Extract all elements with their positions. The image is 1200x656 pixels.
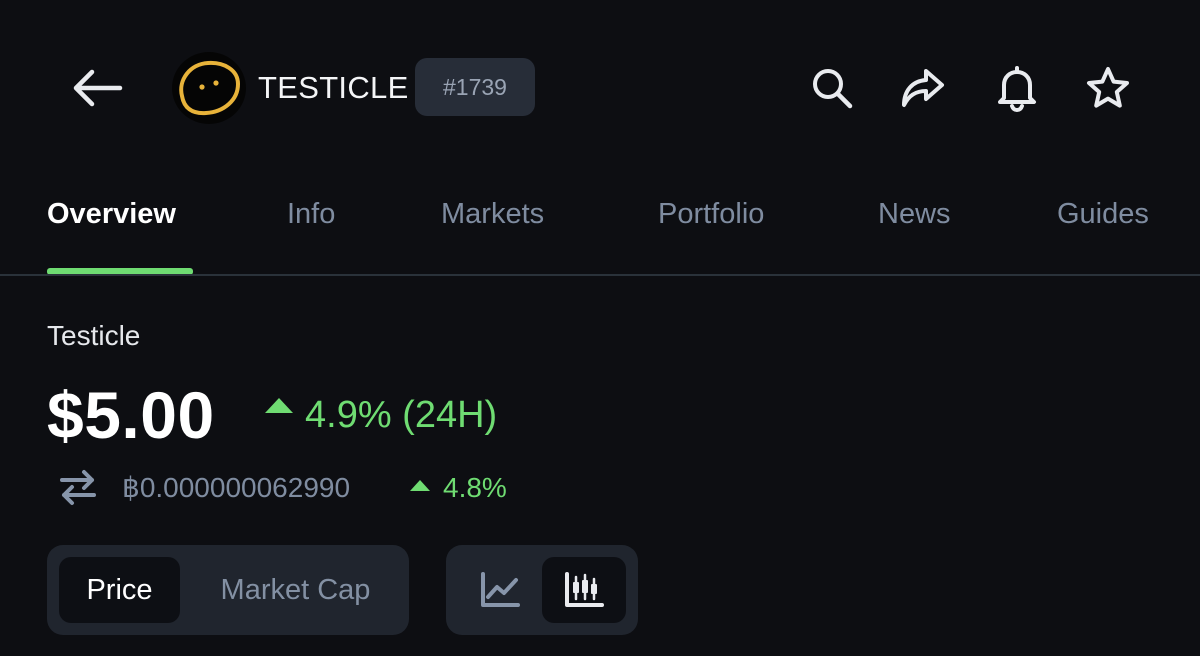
currency-swap-button[interactable] <box>55 466 101 508</box>
price-toggle-button[interactable]: Price <box>59 557 180 623</box>
line-chart-button[interactable] <box>458 557 542 623</box>
chart-type-toggle <box>446 545 638 635</box>
caret-up-icon <box>265 398 293 413</box>
candlestick-chart-icon <box>565 572 604 607</box>
btc-price-value: ฿0.000000062990 <box>122 472 351 503</box>
tab-guides[interactable]: Guides <box>1057 194 1149 234</box>
notifications-button[interactable] <box>989 60 1045 116</box>
tab-markets[interactable]: Markets <box>441 194 544 234</box>
arrow-left-icon <box>73 69 123 107</box>
back-button[interactable] <box>68 62 126 114</box>
line-chart-icon <box>481 572 520 607</box>
coin-logo <box>172 52 246 124</box>
caret-up-icon-small <box>410 480 430 491</box>
top-bar: TESTICLE #1739 <box>0 0 1200 176</box>
coin-symbol: TESTICLE <box>258 70 409 105</box>
metric-toggle: Price Market Cap <box>47 545 409 635</box>
star-icon <box>1087 67 1129 108</box>
price-value: $5.00 <box>47 378 215 452</box>
rank-badge: #1739 <box>415 58 535 116</box>
tab-news[interactable]: News <box>878 194 951 234</box>
tab-bar: Overview Info Markets Portfolio News Gui… <box>0 180 1200 276</box>
tab-info[interactable]: Info <box>287 194 335 234</box>
bell-icon <box>998 66 1036 112</box>
token-name: Testicle <box>47 320 141 351</box>
swap-arrows-icon <box>60 470 96 505</box>
share-icon <box>902 69 944 107</box>
search-button[interactable] <box>804 60 860 116</box>
price-change-24h: 4.9% (24H) <box>305 394 498 436</box>
tab-overview[interactable]: Overview <box>47 194 176 234</box>
btc-price-change: 4.8% <box>443 472 507 503</box>
candlestick-chart-button[interactable] <box>542 557 626 623</box>
favorite-button[interactable] <box>1080 60 1136 116</box>
tab-portfolio[interactable]: Portfolio <box>658 194 764 234</box>
tabs-divider <box>0 274 1200 276</box>
share-button[interactable] <box>895 60 951 116</box>
market-cap-toggle-button[interactable]: Market Cap <box>193 557 398 623</box>
search-icon <box>813 69 853 109</box>
